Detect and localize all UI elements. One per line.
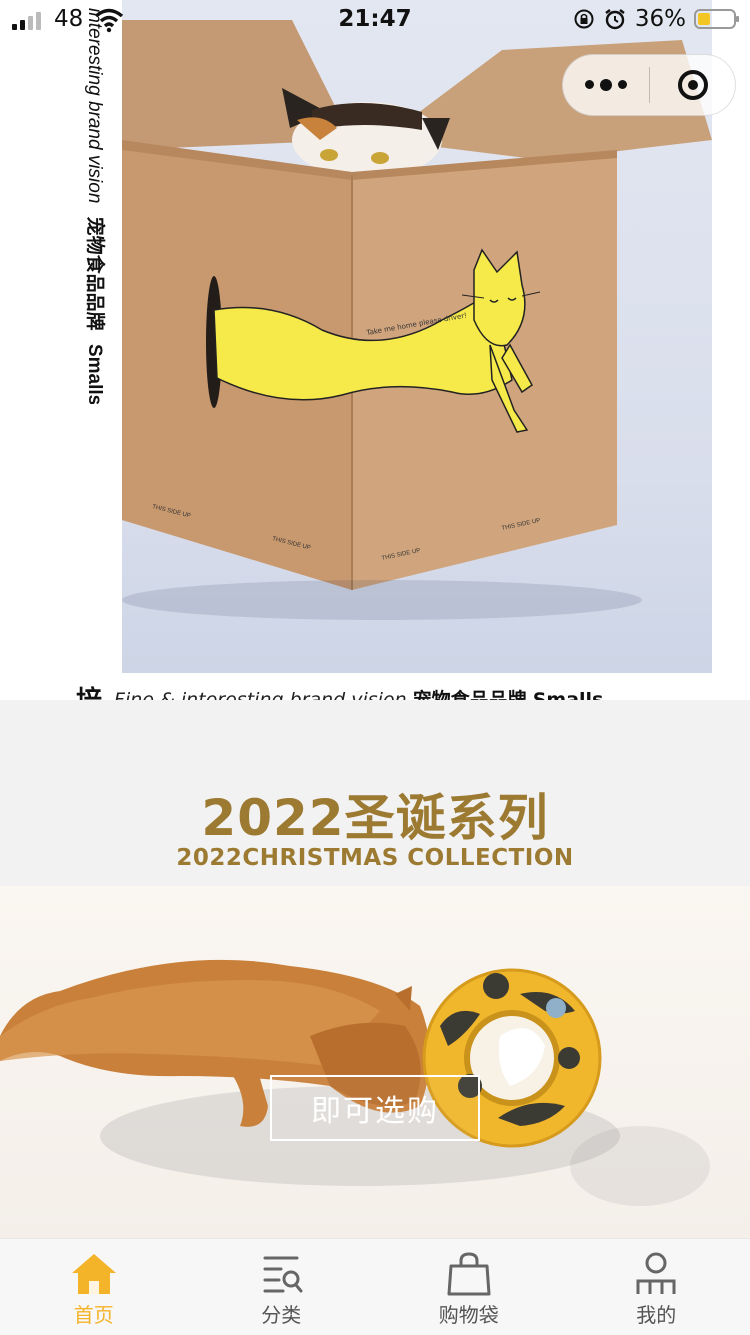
christmas-banner-image[interactable] (0, 886, 750, 1238)
hero-caption: 培Fine & interesting brand vision 宠物食品品牌 … (76, 680, 676, 700)
collection-subtitle: 2022CHRISTMAS COLLECTION (0, 845, 750, 871)
bottom-tab-bar: 首页 分类 购物袋 (0, 1238, 750, 1335)
home-icon (70, 1251, 118, 1297)
tab-label: 购物袋 (439, 1299, 499, 1328)
vertical-brand-caption: interesting brand vision 宠物食品品牌 Smalls (80, 4, 116, 404)
status-bar: 48 21:47 36% (0, 0, 750, 42)
battery-percent: 36% (635, 6, 686, 32)
miniprogram-capsule (562, 54, 736, 116)
profile-icon (632, 1251, 680, 1297)
collection-header: 2022圣诞系列 2022CHRISTMAS COLLECTION (0, 700, 750, 886)
rotation-lock-icon (573, 8, 595, 30)
shopping-bag-icon (445, 1251, 493, 1297)
collection-title: 2022圣诞系列 (0, 778, 750, 850)
close-miniprogram-button[interactable] (650, 70, 735, 100)
target-icon (678, 70, 708, 100)
tab-label: 我的 (636, 1299, 676, 1328)
tab-label: 首页 (74, 1299, 114, 1328)
tab-profile[interactable]: 我的 (563, 1239, 750, 1335)
tab-shopping-bag[interactable]: 购物袋 (375, 1239, 563, 1335)
category-icon (257, 1251, 305, 1297)
tab-home[interactable]: 首页 (0, 1239, 188, 1335)
svg-text:interesting brand vision: interesting brand vision 宠物食品品牌 Smalls (84, 8, 107, 404)
shop-now-button[interactable]: 即可选购 (270, 1075, 480, 1141)
alarm-icon (603, 7, 627, 31)
cat-head (282, 88, 450, 178)
tab-category[interactable]: 分类 (188, 1239, 376, 1335)
tab-label: 分类 (261, 1299, 301, 1328)
more-menu-button[interactable] (563, 80, 649, 91)
battery-icon (694, 9, 736, 29)
